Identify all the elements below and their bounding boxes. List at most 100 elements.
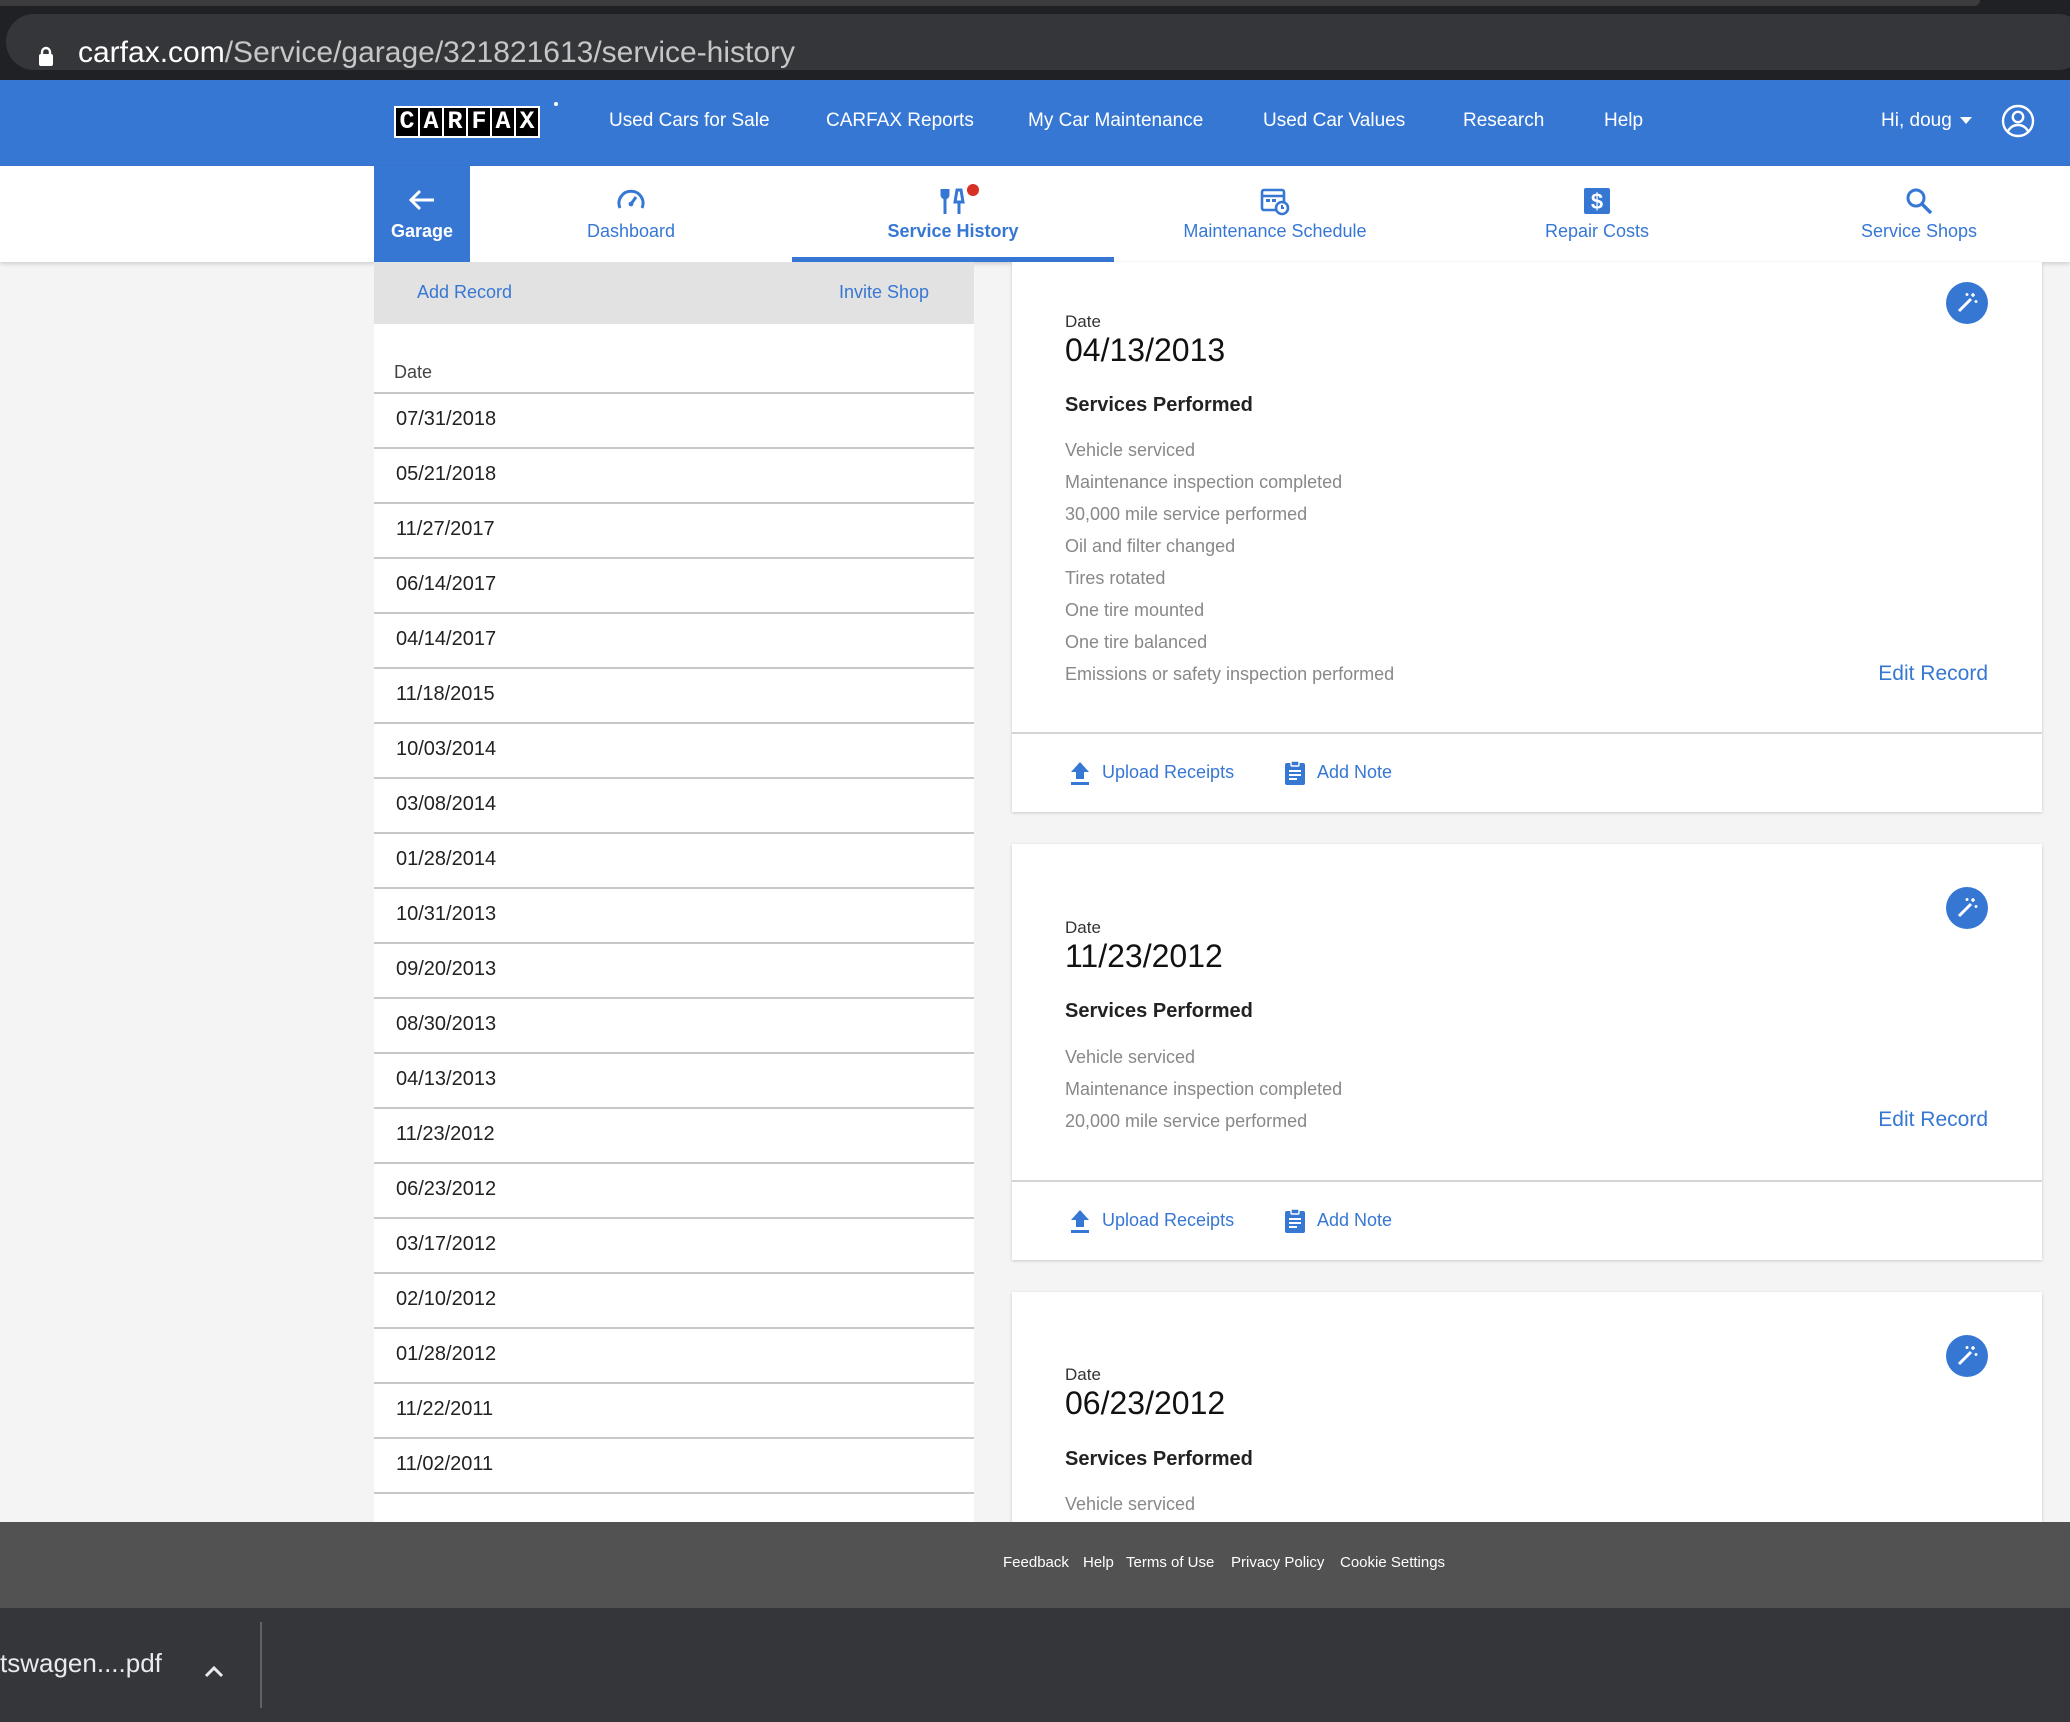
list-item[interactable]: 11/23/2012 <box>374 1107 974 1162</box>
services-title: Services Performed <box>1065 1000 1253 1022</box>
clipboard-icon <box>1285 1208 1305 1233</box>
tab-label: Maintenance Schedule <box>1183 221 1367 241</box>
service-item: Vehicle serviced <box>1065 440 1196 460</box>
list-item[interactable]: 01/28/2014 <box>374 832 974 887</box>
list-item[interactable]: 11/02/2011 <box>374 1437 974 1492</box>
url-path: /Service/garage/321821613/service-histor… <box>224 36 796 69</box>
logo-letter: C <box>396 108 418 136</box>
url-text[interactable]: carfax.com/Service/garage/321821613/serv… <box>78 36 795 70</box>
tab-label: Service History <box>887 221 1019 241</box>
edit-record-link[interactable]: Edit Record <box>1878 1108 1988 1132</box>
user-greeting: Hi, doug <box>1881 110 1952 131</box>
arrow-left-icon <box>408 189 434 211</box>
service-record-card: Date 06/23/2012 Services Performed Vehic… <box>1012 1292 2042 1522</box>
garage-label: Garage <box>390 221 454 241</box>
footer-privacy-link[interactable]: Privacy Policy <box>1231 1554 1324 1571</box>
invite-shop-button[interactable]: Invite Shop <box>839 282 929 303</box>
services-title: Services Performed <box>1065 1448 1253 1470</box>
add-note-label: Add Note <box>1317 762 1393 782</box>
clipboard-icon <box>1285 760 1305 785</box>
carfax-logo[interactable]: C A R F A X <box>394 106 540 138</box>
nav-my-car-maintenance[interactable]: My Car Maintenance <box>1028 110 1203 132</box>
add-note-button[interactable]: Add Note <box>1285 1208 1393 1233</box>
edit-fab-button[interactable] <box>1946 887 1988 929</box>
tab-service-history[interactable]: Service History <box>792 166 1114 262</box>
nav-used-car-values[interactable]: Used Car Values <box>1263 110 1405 132</box>
tab-bar: Garage Dashboard Service History Mainten… <box>0 166 2070 262</box>
footer-cookie-settings-link[interactable]: Cookie Settings <box>1340 1554 1445 1571</box>
account-circle-icon[interactable] <box>2001 104 2035 138</box>
tab-dashboard[interactable]: Dashboard <box>470 166 792 262</box>
add-record-button[interactable]: Add Record <box>417 282 512 303</box>
list-item[interactable]: 07/31/2018 <box>374 392 974 447</box>
nav-used-cars[interactable]: Used Cars for Sale <box>609 110 770 132</box>
notification-dot <box>967 184 979 196</box>
svg-text:$: $ <box>1591 189 1603 214</box>
edit-fab-button[interactable] <box>1946 282 1988 324</box>
upload-receipts-button[interactable]: Upload Receipts <box>1071 762 1234 785</box>
footer-terms-link[interactable]: Terms of Use <box>1126 1554 1214 1571</box>
service-item: Vehicle serviced <box>1065 1047 1196 1067</box>
url-host: carfax.com <box>78 36 225 69</box>
list-item[interactable]: 08/30/2013 <box>374 997 974 1052</box>
tab-label: Service Shops <box>1860 221 1978 241</box>
garage-back-button[interactable]: Garage <box>374 166 470 262</box>
upload-receipts-label: Upload Receipts <box>1102 1210 1235 1230</box>
download-filename[interactable]: tswagen....pdf <box>0 1648 162 1679</box>
calendar-clock-icon <box>1260 188 1290 216</box>
tab-service-shops[interactable]: Service Shops <box>1758 166 2070 262</box>
browser-toolbar: carfax.com/Service/garage/321821613/serv… <box>0 0 2070 80</box>
list-item[interactable]: 06/14/2017 <box>374 557 974 612</box>
list-item[interactable]: 03/08/2014 <box>374 777 974 832</box>
logo-letter: F <box>468 108 490 136</box>
list-item[interactable]: 09/20/2013 <box>374 942 974 997</box>
registered-mark <box>554 102 558 106</box>
list-item[interactable]: 04/14/2017 <box>374 612 974 667</box>
list-item[interactable]: 10/03/2014 <box>374 722 974 777</box>
service-item: 30,000 mile service performed <box>1065 504 1308 524</box>
services-title: Services Performed <box>1065 394 1253 416</box>
list-item[interactable]: 01/28/2012 <box>374 1327 974 1382</box>
upload-receipts-button[interactable]: Upload Receipts <box>1071 1210 1235 1233</box>
list-item[interactable]: 11/27/2017 <box>374 502 974 557</box>
tab-maintenance-schedule[interactable]: Maintenance Schedule <box>1114 166 1436 262</box>
list-item[interactable]: 11/22/2011 <box>374 1382 974 1437</box>
address-bar[interactable]: carfax.com/Service/garage/321821613/serv… <box>6 14 2070 70</box>
list-item[interactable]: 05/21/2018 <box>374 447 974 502</box>
upload-icon <box>1071 1210 1089 1233</box>
list-item[interactable]: 10/31/2013 <box>374 887 974 942</box>
user-menu[interactable]: Hi, doug <box>1881 110 1972 132</box>
tab-label: Dashboard <box>586 221 676 241</box>
chevron-up-icon[interactable] <box>204 1664 224 1678</box>
edit-fab-button[interactable] <box>1946 1335 1988 1377</box>
card-divider <box>1012 1180 2042 1182</box>
list-item[interactable]: 02/10/2012 <box>374 1272 974 1327</box>
magic-wand-icon <box>1957 293 1978 313</box>
list-item[interactable]: 03/17/2012 <box>374 1217 974 1272</box>
caret-down-icon <box>1959 117 1972 125</box>
list-item[interactable]: 04/13/2013 <box>374 1052 974 1107</box>
date-label: Date <box>1065 1365 1101 1384</box>
service-item: Vehicle serviced <box>1065 1494 1196 1514</box>
service-item: One tire mounted <box>1065 600 1205 620</box>
nav-carfax-reports[interactable]: CARFAX Reports <box>826 110 974 132</box>
nav-help[interactable]: Help <box>1604 110 1643 132</box>
list-item[interactable]: 06/23/2012 <box>374 1162 974 1217</box>
list-item[interactable]: 11/18/2015 <box>374 667 974 722</box>
site-header: C A R F A X Used Cars for Sale CARFAX Re… <box>0 80 2070 166</box>
footer-feedback-link[interactable]: Feedback <box>1003 1554 1069 1571</box>
nav-research[interactable]: Research <box>1463 110 1544 132</box>
footer-help-link[interactable]: Help <box>1083 1554 1114 1571</box>
add-note-label: Add Note <box>1317 1210 1393 1230</box>
edit-record-link[interactable]: Edit Record <box>1878 662 1988 686</box>
logo-letter: R <box>444 108 466 136</box>
service-item: Maintenance inspection completed <box>1065 472 1343 492</box>
tab-repair-costs[interactable]: $ Repair Costs <box>1436 166 1758 262</box>
record-date: 11/23/2012 <box>1065 938 1223 974</box>
record-date: 04/13/2013 <box>1065 332 1226 368</box>
service-item: Emissions or safety inspection performed <box>1065 664 1395 684</box>
record-date: 06/23/2012 <box>1065 1385 1226 1421</box>
add-note-button[interactable]: Add Note <box>1285 760 1393 785</box>
lock-icon <box>39 46 53 66</box>
service-item: Maintenance inspection completed <box>1065 1079 1343 1099</box>
